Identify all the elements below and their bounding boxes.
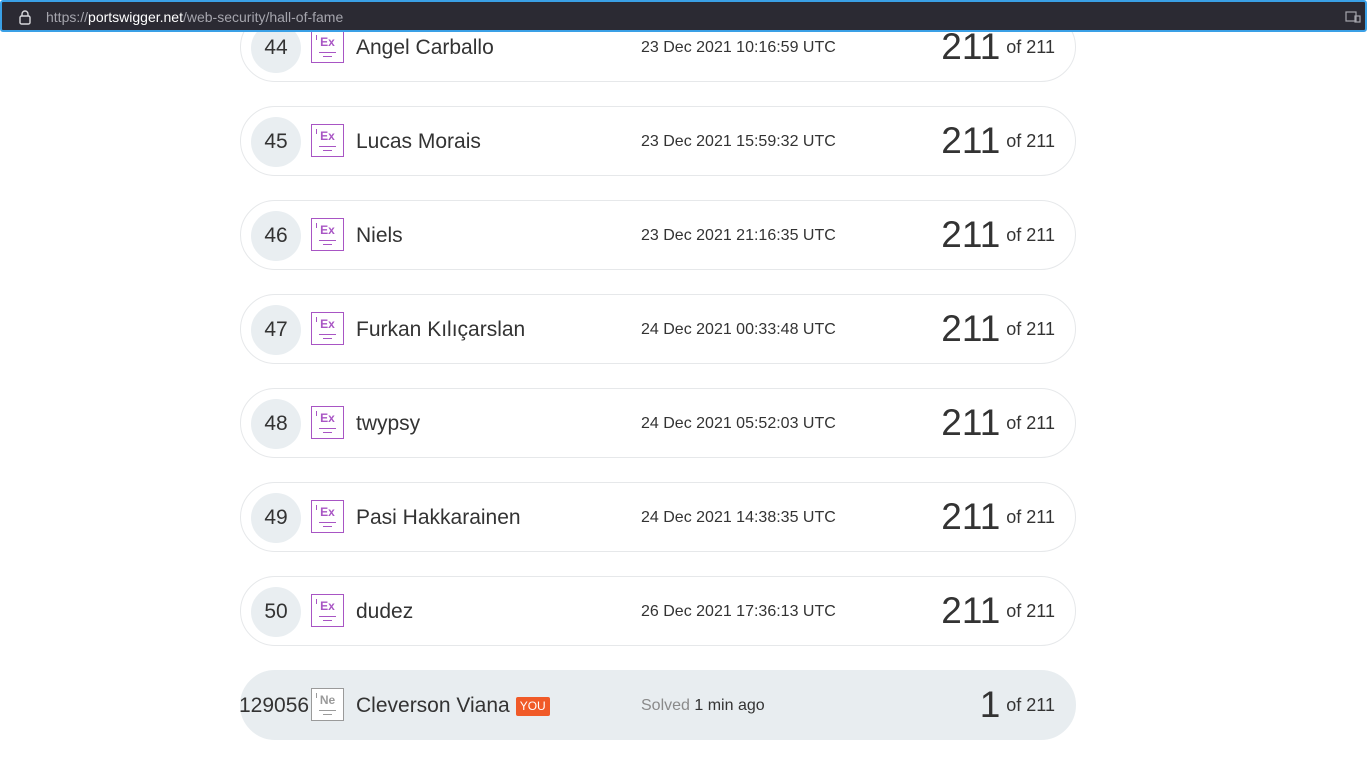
expert-level-icon: Ex <box>311 218 344 251</box>
completion-date: 23 Dec 2021 10:16:59 UTC <box>641 39 836 56</box>
score: 211 of 211 <box>941 589 1055 633</box>
user-name: dudez <box>356 600 414 623</box>
rank-number: 50 <box>251 587 301 637</box>
solved-label: Solved <box>641 697 690 714</box>
score-total: of 211 <box>1006 601 1055 621</box>
score: 211 of 211 <box>941 119 1055 163</box>
score: 211 of 211 <box>941 307 1055 351</box>
completion-date: 24 Dec 2021 14:38:35 UTC <box>641 509 836 526</box>
hall-of-fame-list: 44 Ex Angel Carballo 23 Dec 2021 10:16:5… <box>0 0 1367 776</box>
score-value: 211 <box>941 590 1001 631</box>
you-badge: YOU <box>515 697 550 716</box>
expert-level-icon: Ex <box>311 500 344 533</box>
user-name: Lucas Morais <box>356 130 481 153</box>
table-row: 49 Ex Pasi Hakkarainen 24 Dec 2021 14:38… <box>240 482 1076 552</box>
score-value: 211 <box>941 120 1001 161</box>
user-name: Angel Carballo <box>356 36 494 59</box>
user-name-text: Cleverson Viana <box>356 694 510 717</box>
expert-level-icon: Ex <box>311 30 344 63</box>
score: 211 of 211 <box>941 213 1055 257</box>
score-value: 211 <box>941 308 1001 349</box>
user-name: twypsy <box>356 412 421 435</box>
novice-level-icon: Ne <box>311 688 344 721</box>
solved-status: Solved 1 min ago <box>641 696 765 716</box>
score-total: of 211 <box>1006 319 1055 339</box>
score: 211 of 211 <box>941 401 1055 445</box>
table-row: 50 Ex dudez 26 Dec 2021 17:36:13 UTC 211… <box>240 576 1076 646</box>
completion-date: 23 Dec 2021 21:16:35 UTC <box>641 227 836 244</box>
user-name: Cleverson Viana YOU <box>356 693 550 719</box>
score-value: 211 <box>941 214 1001 255</box>
table-row: 47 Ex Furkan Kılıçarslan 24 Dec 2021 00:… <box>240 294 1076 364</box>
rank-number: 47 <box>251 305 301 355</box>
score-total: of 211 <box>1006 131 1055 151</box>
url-text[interactable]: https://portswigger.net/web-security/hal… <box>46 9 343 25</box>
user-name: Furkan Kılıçarslan <box>356 318 526 341</box>
score-value: 1 <box>979 684 1001 725</box>
rank-number: 48 <box>251 399 301 449</box>
expert-level-icon: Ex <box>311 406 344 439</box>
completion-date: 24 Dec 2021 00:33:48 UTC <box>641 321 836 338</box>
score: 211 of 211 <box>941 495 1055 539</box>
table-row: 45 Ex Lucas Morais 23 Dec 2021 15:59:32 … <box>240 106 1076 176</box>
rank-number: 46 <box>251 211 301 261</box>
score-total: of 211 <box>1006 225 1055 245</box>
user-name: Pasi Hakkarainen <box>356 506 521 529</box>
address-bar[interactable]: https://portswigger.net/web-security/hal… <box>0 0 1367 32</box>
rank-number: 129056 <box>239 694 310 717</box>
expert-level-icon: Ex <box>311 312 344 345</box>
score-value: 211 <box>941 26 1001 67</box>
score-value: 211 <box>941 402 1001 443</box>
table-row: 48 Ex twypsy 24 Dec 2021 05:52:03 UTC 21… <box>240 388 1076 458</box>
solved-time: 1 min ago <box>694 697 765 714</box>
lock-icon <box>19 10 31 25</box>
completion-date: 24 Dec 2021 05:52:03 UTC <box>641 415 836 432</box>
completion-date: 23 Dec 2021 15:59:32 UTC <box>641 133 836 150</box>
score-total: of 211 <box>1006 413 1055 433</box>
score-value: 211 <box>941 496 1001 537</box>
rank-number: 49 <box>251 493 301 543</box>
expert-level-icon: Ex <box>311 124 344 157</box>
score-total: of 211 <box>1006 37 1055 57</box>
score-total: of 211 <box>1006 507 1055 527</box>
score: 1 of 211 <box>980 683 1055 727</box>
user-name: Niels <box>356 224 403 247</box>
score-total: of 211 <box>1006 695 1055 715</box>
table-row: 46 Ex Niels 23 Dec 2021 21:16:35 UTC 211… <box>240 200 1076 270</box>
reader-view-icon[interactable] <box>1345 10 1361 24</box>
current-user-row: 129056 Ne Cleverson Viana YOU Solved 1 mi… <box>239 670 1076 740</box>
rank-number: 45 <box>251 117 301 167</box>
completion-date: 26 Dec 2021 17:36:13 UTC <box>641 603 836 620</box>
expert-level-icon: Ex <box>311 594 344 627</box>
